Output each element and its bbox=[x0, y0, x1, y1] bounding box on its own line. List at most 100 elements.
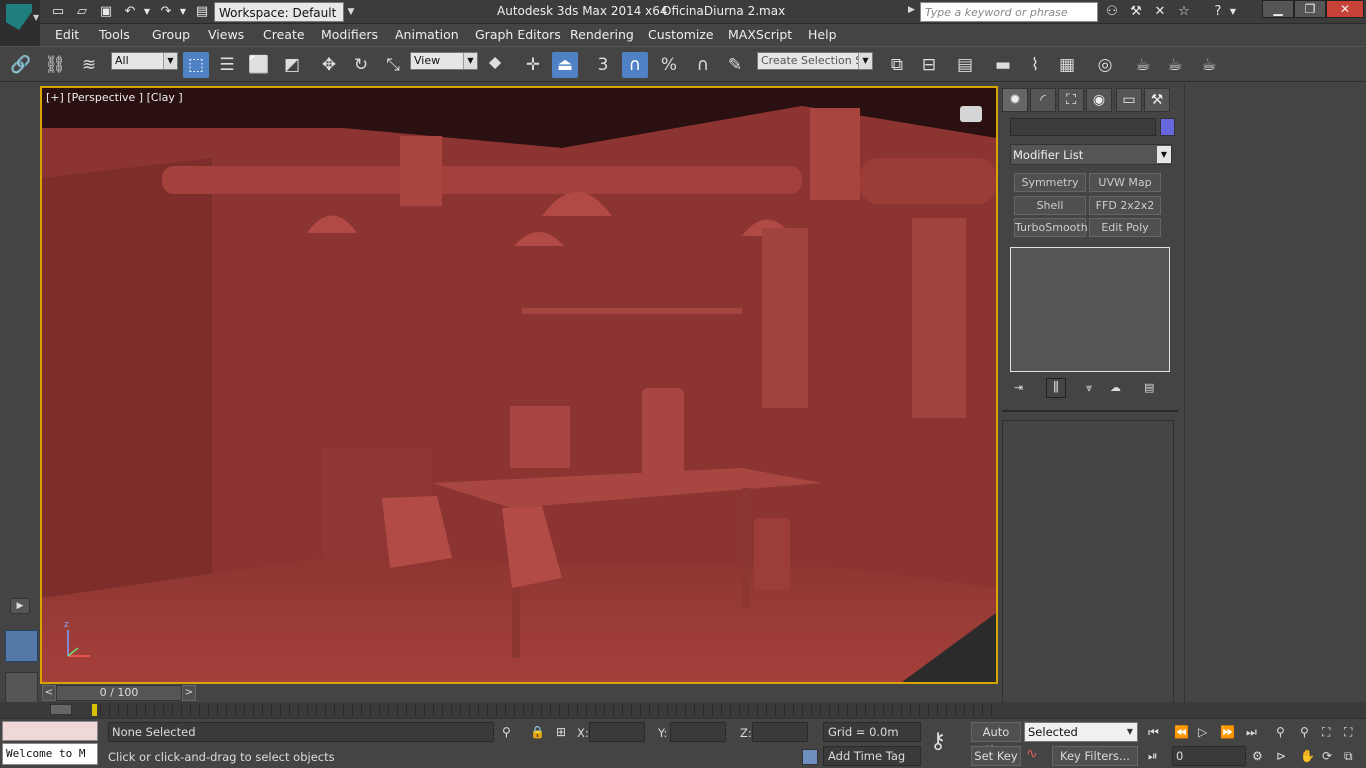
viewport-layout-single-icon[interactable] bbox=[5, 630, 38, 662]
mirror-icon[interactable]: ⧉ bbox=[884, 52, 910, 78]
help-dropdown-icon[interactable]: ▼ bbox=[1228, 4, 1238, 20]
redo-icon[interactable]: ↷ bbox=[158, 4, 174, 20]
zoom-extents-icon[interactable]: ⛶ bbox=[1322, 725, 1330, 740]
keyboard-shortcut-override-icon[interactable]: ⏏ bbox=[552, 52, 578, 78]
project-folder-icon[interactable]: ▤ bbox=[194, 4, 210, 20]
orbit-icon[interactable]: ⟳ bbox=[1322, 749, 1332, 763]
undo-dropdown-icon[interactable]: ▼ bbox=[142, 4, 152, 20]
communication-icon[interactable]: ✕ bbox=[1152, 4, 1168, 20]
pan-view-icon[interactable]: ✋ bbox=[1300, 749, 1315, 763]
select-manipulate-icon[interactable]: ✛ bbox=[520, 52, 546, 78]
pivot-center-icon[interactable]: ⯁ bbox=[482, 52, 508, 78]
select-by-name-icon[interactable]: ☰ bbox=[214, 52, 240, 78]
selection-lock-icon[interactable]: 🔒 bbox=[530, 725, 545, 739]
selection-filter-select[interactable]: All ▼ bbox=[111, 52, 178, 70]
select-and-link-icon[interactable]: 🔗 bbox=[8, 52, 34, 78]
go-to-end-icon[interactable]: ⏭ bbox=[1246, 725, 1257, 740]
menu-group[interactable]: Group bbox=[152, 27, 190, 42]
select-and-move-icon[interactable]: ✥ bbox=[316, 52, 342, 78]
object-color-swatch[interactable] bbox=[1160, 118, 1175, 136]
graphite-ribbon-icon[interactable]: ▬ bbox=[990, 52, 1016, 78]
go-to-start-icon[interactable]: ⏮ bbox=[1148, 725, 1159, 740]
menu-rendering[interactable]: Rendering bbox=[570, 27, 634, 42]
zoom-icon[interactable]: ⚲ bbox=[1276, 725, 1285, 739]
x-coordinate-input[interactable] bbox=[589, 722, 645, 742]
help-icon[interactable]: ? bbox=[1210, 4, 1226, 20]
field-of-view-icon[interactable]: ⊳ bbox=[1276, 749, 1286, 763]
menu-animation[interactable]: Animation bbox=[395, 27, 459, 42]
modifier-button-ffd[interactable]: FFD 2x2x2 bbox=[1089, 196, 1161, 215]
reference-coordinate-select[interactable]: View ▼ bbox=[410, 52, 478, 70]
tab-utilities-icon[interactable]: ⚒ bbox=[1144, 88, 1170, 112]
angle-snap-icon[interactable]: ∩ bbox=[622, 52, 648, 78]
track-bar[interactable] bbox=[0, 702, 1366, 718]
time-configuration-icon[interactable]: ⚙ bbox=[1252, 749, 1263, 763]
key-filters-button[interactable]: Key Filters... bbox=[1052, 746, 1138, 766]
time-slider-next-button[interactable]: > bbox=[182, 685, 196, 701]
layer-manager-icon[interactable]: ▤ bbox=[952, 52, 978, 78]
auto-key-button[interactable]: Auto Key bbox=[971, 722, 1021, 757]
tab-motion-icon[interactable]: ◉ bbox=[1086, 88, 1112, 112]
material-editor-icon[interactable]: ◎ bbox=[1092, 52, 1118, 78]
favorites-star-icon[interactable]: ☆ bbox=[1176, 4, 1192, 20]
add-time-tag-button[interactable]: Add Time Tag bbox=[823, 746, 921, 766]
render-production-icon[interactable]: ☕ bbox=[1196, 52, 1222, 78]
named-selection-set-select[interactable]: Create Selection Se ▼ bbox=[757, 52, 873, 70]
percent-snap-icon[interactable]: % bbox=[656, 52, 682, 78]
modifier-stack-list[interactable] bbox=[1010, 247, 1170, 372]
search-expand-icon[interactable]: ▶ bbox=[908, 5, 915, 15]
expand-panel-icon[interactable]: ▶ bbox=[10, 598, 30, 614]
edit-named-selection-icon[interactable]: ✎ bbox=[722, 52, 748, 78]
modifier-list-select[interactable]: Modifier List ▼ bbox=[1010, 144, 1172, 165]
viewcube-icon[interactable] bbox=[960, 106, 982, 122]
render-setup-icon[interactable]: ☕ bbox=[1130, 52, 1156, 78]
unlink-selection-icon[interactable]: ⛓ bbox=[42, 52, 68, 78]
close-button[interactable]: ✕ bbox=[1326, 0, 1364, 18]
key-mode-select[interactable]: Selected ▼ bbox=[1024, 722, 1138, 742]
maxscript-listener-input[interactable]: Welcome to M bbox=[2, 743, 98, 765]
set-key-button[interactable]: Set Key bbox=[971, 746, 1021, 766]
app-logo[interactable]: ▼ bbox=[0, 0, 40, 46]
perspective-viewport[interactable]: [+] [Perspective ] [Clay ] z bbox=[40, 86, 998, 684]
subscription-icon[interactable]: ⚒ bbox=[1128, 4, 1144, 20]
workspace-dropdown-icon[interactable]: ▼ bbox=[345, 2, 357, 22]
object-name-field[interactable] bbox=[1010, 118, 1156, 136]
tangent-curve-icon[interactable]: ∿ bbox=[1026, 746, 1048, 766]
time-marker[interactable] bbox=[92, 704, 97, 716]
show-end-result-icon[interactable]: ǁ bbox=[1046, 378, 1066, 398]
snaps-toggle-icon[interactable]: 3 bbox=[590, 52, 616, 78]
remove-modifier-icon[interactable]: ☁ bbox=[1110, 381, 1126, 395]
menu-tools[interactable]: Tools bbox=[99, 27, 130, 42]
make-unique-icon[interactable]: ⩔ bbox=[1086, 381, 1102, 395]
rectangular-selection-icon[interactable]: ⬜ bbox=[246, 52, 272, 78]
select-and-scale-icon[interactable]: ⤡ bbox=[380, 52, 406, 78]
configure-modifier-sets-icon[interactable]: ▤ bbox=[1144, 381, 1160, 395]
play-icon[interactable]: ▷ bbox=[1198, 725, 1207, 739]
modifier-button-edit-poly[interactable]: Edit Poly bbox=[1089, 218, 1161, 237]
previous-frame-icon[interactable]: ⏪ bbox=[1174, 725, 1189, 739]
menu-graph-editors[interactable]: Graph Editors bbox=[475, 27, 561, 42]
modifier-button-symmetry[interactable]: Symmetry bbox=[1014, 173, 1086, 192]
rendered-frame-window-icon[interactable]: ☕ bbox=[1162, 52, 1188, 78]
viewport-layout-quad-icon[interactable] bbox=[5, 672, 38, 704]
menu-help[interactable]: Help bbox=[808, 27, 837, 42]
maximize-viewport-icon[interactable]: ⧉ bbox=[1344, 749, 1353, 764]
binoculars-icon[interactable]: ⚇ bbox=[1104, 4, 1120, 20]
zoom-all-icon[interactable]: ⚲ bbox=[1300, 725, 1309, 739]
workspace-select[interactable]: Workspace: Default bbox=[214, 2, 344, 22]
menu-modifiers[interactable]: Modifiers bbox=[321, 27, 378, 42]
select-object-icon[interactable]: ⬚ bbox=[183, 52, 209, 78]
z-coordinate-input[interactable] bbox=[752, 722, 808, 742]
undo-icon[interactable]: ↶ bbox=[122, 4, 138, 20]
viewport-label[interactable]: [+] [Perspective ] [Clay ] bbox=[46, 91, 183, 104]
maximize-button[interactable]: ❐ bbox=[1294, 0, 1326, 18]
menu-create[interactable]: Create bbox=[263, 27, 305, 42]
menu-edit[interactable]: Edit bbox=[55, 27, 79, 42]
y-coordinate-input[interactable] bbox=[670, 722, 726, 742]
open-file-icon[interactable]: ▱ bbox=[74, 4, 90, 20]
modifier-button-shell[interactable]: Shell bbox=[1014, 196, 1086, 215]
time-tag-icon[interactable] bbox=[802, 749, 818, 765]
isolate-selection-icon[interactable]: ⚲ bbox=[502, 725, 511, 739]
select-and-rotate-icon[interactable]: ↻ bbox=[348, 52, 374, 78]
tab-create-icon[interactable]: ✹ bbox=[1002, 88, 1028, 112]
